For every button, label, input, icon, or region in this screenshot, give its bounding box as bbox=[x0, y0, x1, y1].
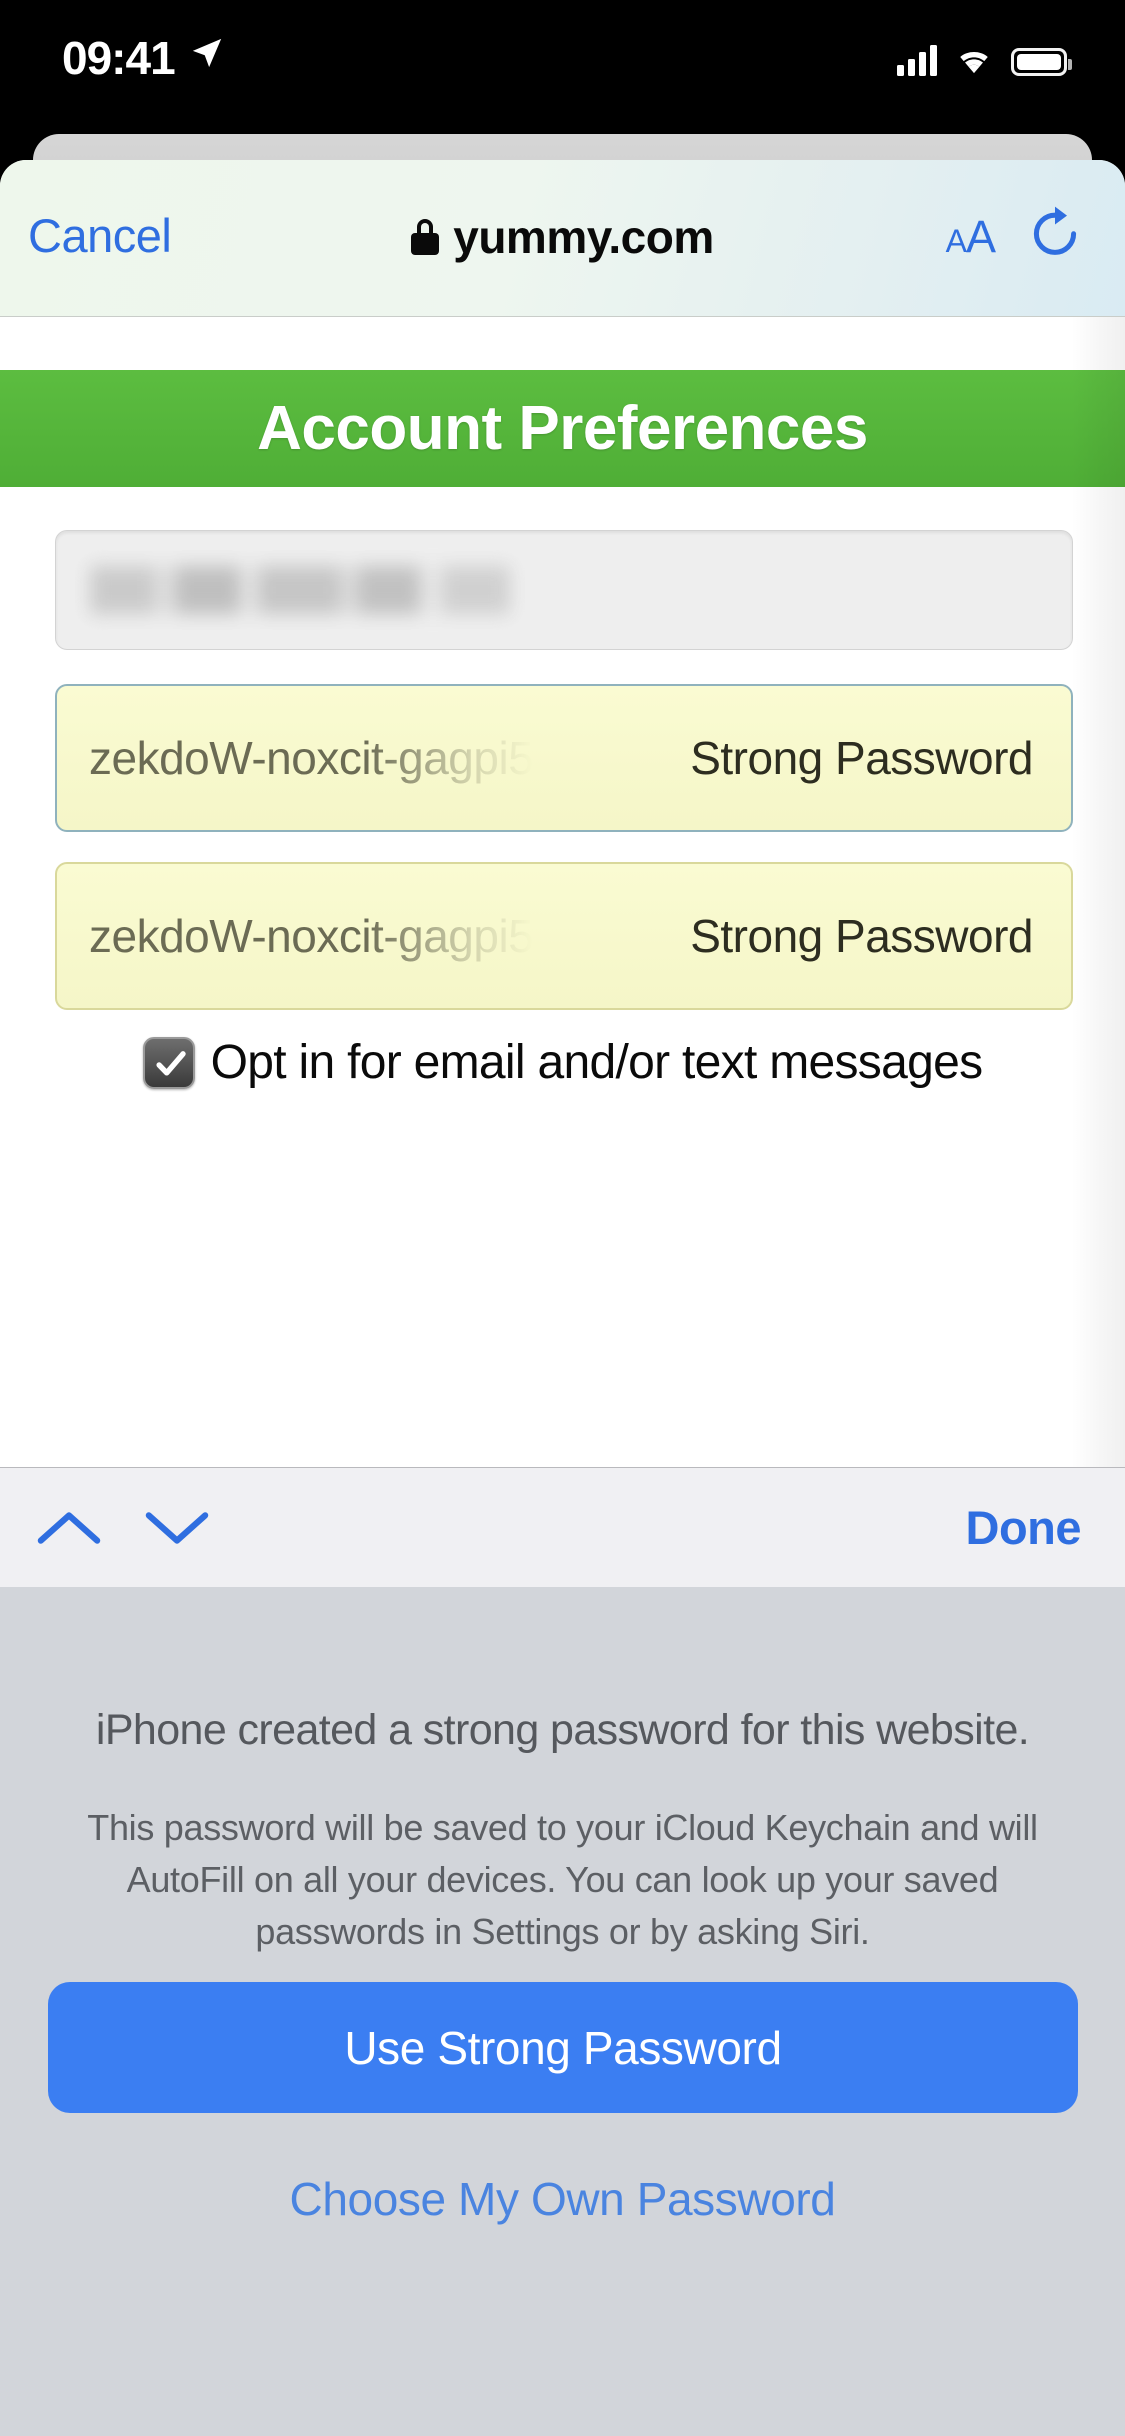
keyboard-accessory-bar: Done bbox=[0, 1467, 1125, 1587]
status-bar: 09:41 bbox=[0, 0, 1125, 132]
wifi-icon bbox=[960, 52, 988, 74]
page-banner: Account Preferences bbox=[0, 370, 1125, 487]
confirm-password-value: zekdoW-noxcit-gagpi5 bbox=[89, 910, 534, 962]
status-bar-indicators bbox=[897, 34, 1072, 76]
redacted-username-text bbox=[90, 566, 510, 614]
password-value: zekdoW-noxcit-gagpi5 bbox=[89, 732, 534, 784]
optin-label: Opt in for email and/or text messages bbox=[210, 1036, 983, 1089]
password-field[interactable]: zekdoW-noxcit-gagpi5 Strong Password bbox=[55, 684, 1073, 832]
previous-field-button[interactable] bbox=[26, 1485, 112, 1571]
done-button[interactable]: Done bbox=[966, 1500, 1082, 1555]
iphone-screen: 09:41 Cancel yummy.com AA Account Prefer… bbox=[0, 0, 1125, 2436]
status-bar-time: 09:41 bbox=[62, 32, 176, 84]
cellular-bars-icon bbox=[897, 44, 937, 76]
safari-toolbar: Cancel yummy.com AA bbox=[0, 160, 1125, 317]
text-size-small-a: A bbox=[945, 223, 967, 259]
reload-icon[interactable] bbox=[1027, 202, 1083, 264]
chevron-down-icon bbox=[145, 1511, 209, 1544]
strong-password-tag: Strong Password bbox=[690, 732, 1033, 784]
next-field-button[interactable] bbox=[134, 1485, 220, 1571]
checkmark-icon bbox=[156, 1050, 186, 1076]
choose-my-own-password-button[interactable]: Choose My Own Password bbox=[0, 2172, 1125, 2226]
web-content: Account Preferences zekdoW-noxcit-gagpi5… bbox=[0, 317, 1125, 1467]
safari-modal-sheet: Cancel yummy.com AA Account Preferences bbox=[0, 160, 1125, 2436]
confirm-password-field[interactable]: zekdoW-noxcit-gagpi5 Strong Password bbox=[55, 862, 1073, 1010]
password-suggestion-panel: iPhone created a strong password for thi… bbox=[0, 1587, 1125, 2436]
chevron-up-icon bbox=[37, 1511, 101, 1544]
text-size-button[interactable]: AA bbox=[945, 211, 996, 273]
lock-icon bbox=[411, 219, 440, 255]
optin-checkbox[interactable] bbox=[142, 1036, 195, 1089]
suggestion-title: iPhone created a strong password for thi… bbox=[95, 1706, 1030, 1754]
page-title: Account Preferences bbox=[257, 394, 868, 463]
optin-row[interactable]: Opt in for email and/or text messages bbox=[0, 1035, 1125, 1090]
strong-password-tag-2: Strong Password bbox=[690, 910, 1033, 962]
url-text: yummy.com bbox=[453, 211, 714, 263]
suggestion-body: This password will be saved to your iClo… bbox=[87, 1807, 1038, 1952]
username-field[interactable] bbox=[55, 530, 1073, 650]
text-size-large-a: A bbox=[965, 211, 996, 262]
use-strong-password-button[interactable]: Use Strong Password bbox=[48, 1982, 1078, 2113]
battery-icon bbox=[1011, 48, 1072, 76]
location-arrow-icon bbox=[192, 38, 222, 68]
